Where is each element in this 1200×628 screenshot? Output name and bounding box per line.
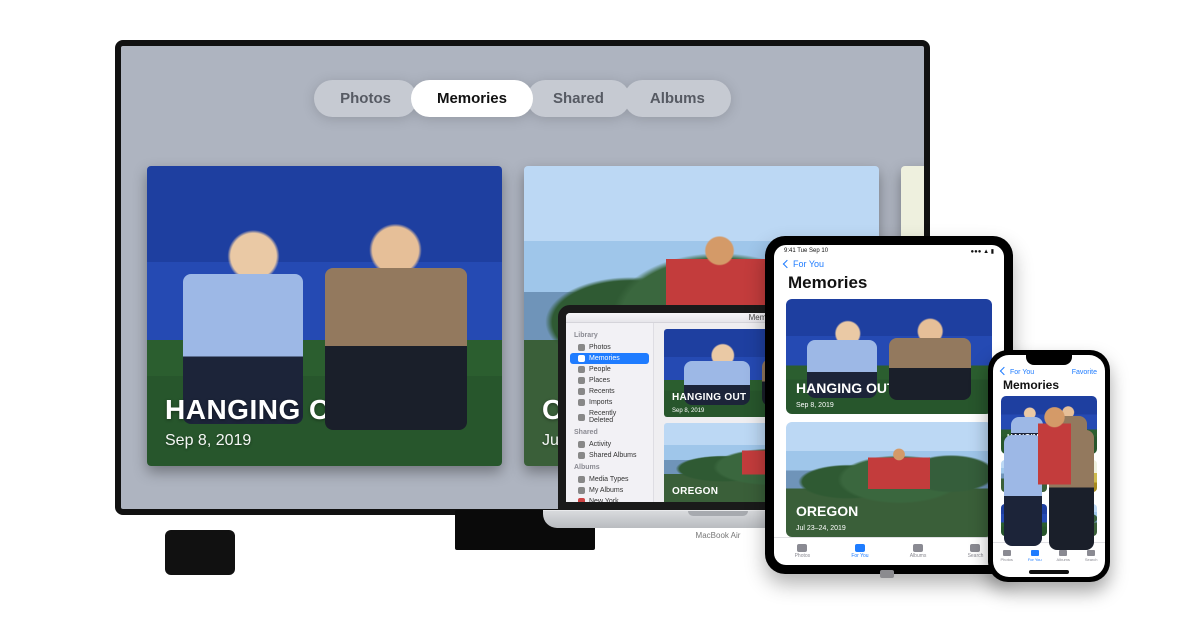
- albums-icon: [1059, 550, 1067, 556]
- sidebar-heading: Library: [566, 329, 653, 342]
- status-time: 9:41 Tue Sep 10: [784, 248, 828, 254]
- search-icon: [1087, 550, 1095, 556]
- tabbar-foryou[interactable]: For You: [851, 544, 868, 559]
- chevron-left-icon: [1000, 367, 1008, 375]
- memory-title: OREGON: [672, 486, 718, 497]
- search-icon: [970, 544, 980, 552]
- apple-tv-device: [165, 530, 235, 575]
- sidebar-item-memories[interactable]: Memories: [570, 353, 649, 364]
- memory-title: HANGING OUT: [796, 380, 896, 396]
- memory-date: Sep 8, 2019: [165, 432, 251, 450]
- people-icon: [578, 366, 585, 373]
- tabbar-albums[interactable]: Albums: [1057, 550, 1070, 562]
- ipad-tabbar: Photos For You Albums Search: [774, 537, 1004, 565]
- mac-sidebar: Library Photos Memories People Places Re…: [566, 323, 654, 510]
- recents-icon: [578, 388, 585, 395]
- memory-card[interactable]: HANGING OUT Sep 8, 2019: [786, 299, 992, 414]
- sidebar-item[interactable]: My Albums: [570, 485, 649, 496]
- iphone-notch: [1026, 355, 1072, 365]
- memory-date: Jul 23–24, 2019: [796, 525, 846, 532]
- albums-icon: [913, 544, 923, 552]
- tabbar-search[interactable]: Search: [1085, 550, 1098, 562]
- memory-title: OREGON: [796, 503, 858, 519]
- tab-albums[interactable]: Albums: [624, 80, 731, 117]
- sidebar-item-people[interactable]: People: [570, 364, 649, 375]
- sidebar-item-activity[interactable]: Activity: [570, 439, 649, 450]
- iphone-back-button[interactable]: For You: [1001, 368, 1034, 376]
- ipad-status-bar: 9:41 Tue Sep 10 ●●● ▲ ▮: [774, 245, 1004, 257]
- back-label: For You: [793, 259, 824, 269]
- sidebar-item[interactable]: Media Types: [570, 474, 649, 485]
- ipad-memories-list: HANGING OUT Sep 8, 2019 OREGON Jul 23–24…: [774, 299, 1004, 537]
- page-title: Memories: [993, 376, 1105, 396]
- memory-title: HANGING OUT: [165, 394, 370, 426]
- status-icons: ●●● ▲ ▮: [971, 248, 994, 255]
- tabbar-albums[interactable]: Albums: [910, 544, 927, 559]
- sidebar-item-shared-albums[interactable]: Shared Albums: [570, 450, 649, 461]
- shared-icon: [578, 452, 585, 459]
- tab-photos[interactable]: Photos: [314, 80, 417, 117]
- sidebar-item-photos[interactable]: Photos: [570, 342, 649, 353]
- tabbar-photos[interactable]: Photos: [795, 544, 811, 559]
- trash-icon: [578, 414, 585, 421]
- imports-icon: [578, 399, 585, 406]
- memory-date: Sep 8, 2019: [796, 402, 834, 409]
- chevron-left-icon: [783, 260, 791, 268]
- tabbar-search[interactable]: Search: [968, 544, 984, 559]
- tab-memories[interactable]: Memories: [411, 80, 533, 117]
- activity-icon: [578, 441, 585, 448]
- tabbar-foryou[interactable]: For You: [1028, 550, 1042, 562]
- sidebar-heading: Albums: [566, 461, 653, 474]
- memory-card[interactable]: HANGING OUT Sep 8, 2019: [147, 166, 502, 466]
- related-thumbnails: [1001, 504, 1097, 536]
- folder-icon: [578, 487, 585, 494]
- sidebar-heading: Shared: [566, 426, 653, 439]
- tv-tabs: Photos Memories Shared Albums: [121, 80, 924, 117]
- tabbar-photos[interactable]: Photos: [1000, 550, 1012, 562]
- iphone: For You Favorite Memories HANGING OUT Se…: [988, 350, 1110, 582]
- memories-icon: [578, 355, 585, 362]
- photos-icon: [1003, 550, 1011, 556]
- sidebar-item-imports[interactable]: Imports: [570, 397, 649, 408]
- memory-card[interactable]: OREGON Jul 23–24, 2019: [786, 422, 992, 537]
- places-icon: [578, 377, 585, 384]
- memory-title: HANGING OUT: [672, 392, 746, 403]
- ipad: 9:41 Tue Sep 10 ●●● ▲ ▮ For You Memories…: [765, 236, 1013, 574]
- home-indicator[interactable]: [1029, 570, 1069, 574]
- folder-icon: [578, 476, 585, 483]
- sidebar-item-deleted[interactable]: Recently Deleted: [570, 408, 649, 426]
- foryou-icon: [1031, 550, 1039, 556]
- photo-icon: [578, 344, 585, 351]
- memory-date: Sep 8, 2019: [672, 408, 704, 414]
- album-icon: [578, 498, 585, 505]
- photos-icon: [797, 544, 807, 552]
- tab-shared[interactable]: Shared: [527, 80, 630, 117]
- sidebar-item-places[interactable]: Places: [570, 375, 649, 386]
- sidebar-item-recents[interactable]: Recents: [570, 386, 649, 397]
- ipad-stand: [880, 570, 894, 578]
- page-title: Memories: [774, 271, 1004, 299]
- iphone-favorite-button[interactable]: Favorite: [1072, 369, 1097, 376]
- foryou-icon: [855, 544, 865, 552]
- memory-date: Jul 23–24, 2019: [672, 502, 715, 508]
- sidebar-item[interactable]: New York: [570, 496, 649, 507]
- ipad-back-button[interactable]: For You: [774, 257, 1004, 271]
